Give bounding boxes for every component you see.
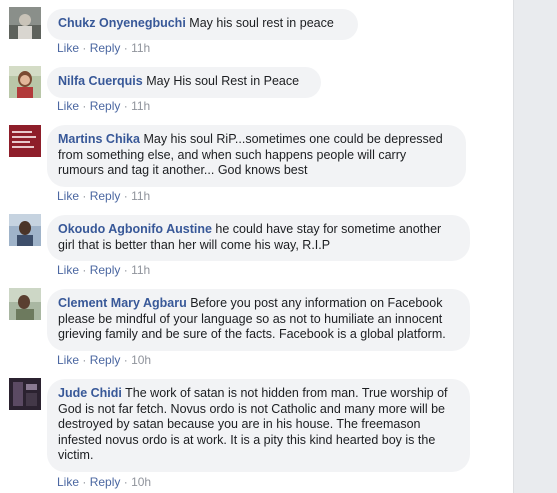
comment-author[interactable]: Chukz Onyenegbuchi (58, 16, 186, 30)
right-gutter (513, 0, 557, 493)
avatar[interactable] (9, 288, 41, 320)
separator: · (82, 41, 87, 55)
separator: · (82, 263, 87, 277)
comment-bubble: Jude Chidi The work of satan is not hidd… (47, 379, 470, 472)
comment-timestamp[interactable]: 11h (131, 189, 150, 203)
comment-timestamp[interactable]: 11h (131, 263, 150, 277)
comment-bubble: Clement Mary Agbaru Before you post any … (47, 289, 470, 351)
comment-author[interactable]: Clement Mary Agbaru (58, 296, 187, 310)
separator: · (82, 99, 87, 113)
avatar[interactable] (9, 378, 41, 410)
avatar[interactable] (9, 7, 41, 39)
separator: · (82, 475, 87, 489)
avatar[interactable] (9, 66, 41, 98)
comment-actions: Like · Reply · 10h (57, 475, 151, 489)
comment-feed: Chukz Onyenegbuchi May his soul rest in … (0, 0, 513, 493)
comment-actions: Like · Reply · 11h (57, 99, 150, 113)
comment-actions: Like · Reply · 11h (57, 189, 150, 203)
reply-link[interactable]: Reply (90, 475, 121, 489)
comment-bubble: Nilfa Cuerquis May His soul Rest in Peac… (47, 67, 321, 98)
reply-link[interactable]: Reply (90, 99, 121, 113)
reply-link[interactable]: Reply (90, 353, 121, 367)
like-link[interactable]: Like (57, 353, 79, 367)
comment-actions: Like · Reply · 10h (57, 353, 151, 367)
comment-author[interactable]: Martins Chika (58, 132, 140, 146)
reply-link[interactable]: Reply (90, 189, 121, 203)
reply-link[interactable]: Reply (90, 41, 121, 55)
separator: · (123, 189, 128, 203)
comment-author[interactable]: Jude Chidi (58, 386, 122, 400)
comment-text: May his soul rest in peace (189, 16, 334, 30)
separator: · (82, 353, 87, 367)
comment-actions: Like · Reply · 11h (57, 263, 150, 277)
separator: · (123, 475, 128, 489)
like-link[interactable]: Like (57, 189, 79, 203)
comment-timestamp[interactable]: 10h (131, 475, 151, 489)
comment-bubble: Chukz Onyenegbuchi May his soul rest in … (47, 9, 358, 40)
like-link[interactable]: Like (57, 99, 79, 113)
reply-link[interactable]: Reply (90, 263, 121, 277)
comment-text: May His soul Rest in Peace (146, 74, 300, 88)
like-link[interactable]: Like (57, 475, 79, 489)
comment-bubble: Martins Chika May his soul RiP...sometim… (47, 125, 466, 187)
comment-author[interactable]: Okoudo Agbonifo Austine (58, 222, 212, 236)
comment-bubble: Okoudo Agbonifo Austine he could have st… (47, 215, 470, 261)
separator: · (82, 189, 87, 203)
comment-timestamp[interactable]: 11h (131, 41, 150, 55)
comment-actions: Like · Reply · 11h (57, 41, 150, 55)
comment-timestamp[interactable]: 10h (131, 353, 151, 367)
like-link[interactable]: Like (57, 41, 79, 55)
separator: · (123, 41, 128, 55)
separator: · (123, 99, 128, 113)
comment-timestamp[interactable]: 11h (131, 99, 150, 113)
comment-author[interactable]: Nilfa Cuerquis (58, 74, 143, 88)
avatar[interactable] (9, 214, 41, 246)
separator: · (123, 263, 128, 277)
like-link[interactable]: Like (57, 263, 79, 277)
avatar[interactable] (9, 125, 41, 157)
separator: · (123, 353, 128, 367)
